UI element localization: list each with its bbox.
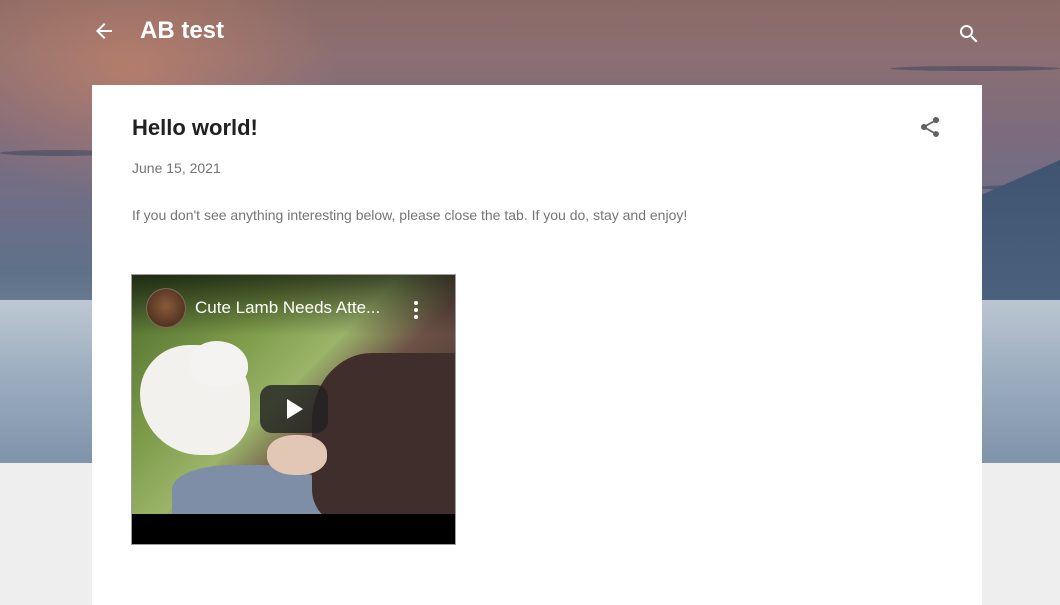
share-button[interactable] [918,115,942,139]
more-vert-icon [414,301,418,319]
back-button[interactable] [92,19,116,43]
search-icon [960,25,978,43]
blog-title[interactable]: AB test [140,16,224,46]
video-title[interactable]: Cute Lamb Needs Atte... [195,298,395,318]
blog-header: AB test [0,0,1060,64]
post-card: Hello world! June 15, 2021 If you don't … [92,85,982,605]
video-menu-button[interactable] [410,300,422,320]
arrow-back-icon [96,23,112,39]
share-icon [920,116,940,137]
post-date[interactable]: June 15, 2021 [132,159,221,177]
search-button[interactable] [957,22,981,46]
post-title[interactable]: Hello world! [132,114,258,142]
play-icon [287,399,303,419]
youtube-video-embed[interactable]: Cute Lamb Needs Atte... [131,274,456,545]
channel-avatar[interactable] [146,288,186,328]
post-body-text: If you don't see anything interesting be… [132,207,688,223]
play-button[interactable] [260,385,328,433]
